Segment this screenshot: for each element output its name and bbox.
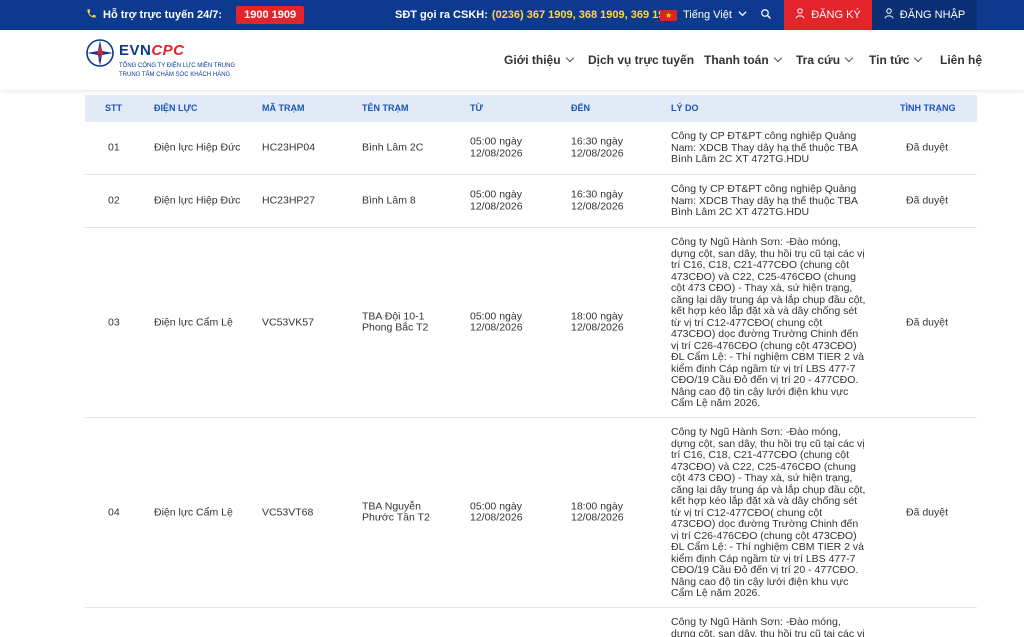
cell-ten-tram: Bình Lâm 8 xyxy=(362,194,416,207)
col-ly-do: LÝ DO xyxy=(671,103,699,113)
nav-dich-vu-truc-tuyen[interactable]: Dịch vụ trực tuyến xyxy=(588,30,694,90)
nav-lien-he[interactable]: Liên hệ xyxy=(940,30,982,90)
search-icon xyxy=(760,8,772,23)
table-row: 02 Điện lực Hiệp Đức HC23HP27 Bình Lâm 8… xyxy=(85,175,977,228)
chevron-down-icon xyxy=(914,53,923,63)
table-row: Công ty Ngũ Hành Sơn: -Đào móng, dựng cộ… xyxy=(85,608,977,637)
col-stt: STT xyxy=(105,103,122,113)
phone-icon xyxy=(86,8,97,22)
support-info: Hỗ trợ trực tuyến 24/7: 1900 1909 xyxy=(86,0,305,30)
cskh-label: SĐT gọi ra CSKH: xyxy=(395,9,488,21)
cell-tu: 05:00 ngày 12/08/2026 xyxy=(470,135,523,159)
col-ma-tram: MÃ TRẠM xyxy=(262,103,305,113)
cell-tu: 05:00 ngày 12/08/2026 xyxy=(470,188,523,212)
cell-ma-tram: HC23HP27 xyxy=(262,194,316,207)
nav-thanh-toan[interactable]: Thanh toán xyxy=(704,30,782,90)
col-den: ĐẾN xyxy=(571,103,591,113)
main-header: EVNCPC TỔNG CÔNG TY ĐIỆN LỰC MIỀN TRUNG … xyxy=(0,30,1024,90)
nav-tin-tuc[interactable]: Tin tức xyxy=(869,30,923,90)
chevron-down-icon xyxy=(565,53,574,63)
cell-tinh-trang: Đã duyệt xyxy=(906,315,949,328)
table-row: 03 Điện lực Cẩm Lệ VC53VK57 TBA Đội 10-1… xyxy=(85,228,977,418)
search-button[interactable] xyxy=(752,0,780,30)
top-bar: Hỗ trợ trực tuyến 24/7: 1900 1909 SĐT gọ… xyxy=(0,0,1024,30)
cell-ma-tram: HC23HP04 xyxy=(262,141,316,154)
brand-name: EVNCPC xyxy=(119,42,185,59)
cskh-info: SĐT gọi ra CSKH: (0236) 367 1909, 368 19… xyxy=(395,0,677,30)
cell-den: 16:30 ngày 12/08/2026 xyxy=(571,188,624,212)
cell-dien-luc: Điện lực Cẩm Lệ xyxy=(154,315,233,328)
evn-logo-icon xyxy=(86,39,114,67)
user-icon xyxy=(884,8,894,22)
cell-stt: 03 xyxy=(108,315,120,328)
language-label: Tiếng Việt xyxy=(683,9,732,21)
cell-dien-luc: Điện lực Cẩm Lệ xyxy=(154,505,233,518)
cell-stt: 02 xyxy=(108,194,120,207)
cell-dien-luc: Điện lực Hiệp Đức xyxy=(154,141,241,154)
cell-tu: 05:00 ngày 12/08/2026 xyxy=(470,500,523,524)
cskh-phones[interactable]: (0236) 367 1909, 368 1909, 369 1909 xyxy=(492,9,677,21)
cell-ly-do: Công ty Ngũ Hành Sơn: -Đào móng, dựng cộ… xyxy=(671,236,866,409)
cell-ma-tram: VC53VK57 xyxy=(262,315,314,328)
table-header: STT ĐIỆN LỰC MÃ TRẠM TÊN TRẠM TỪ ĐẾN LÝ … xyxy=(85,95,977,122)
language-selector[interactable]: Tiếng Việt xyxy=(660,0,747,30)
nav-gioi-thieu[interactable]: Giới thiệu xyxy=(504,30,574,90)
chevron-down-icon xyxy=(773,53,782,63)
cell-den: 18:00 ngày 12/08/2026 xyxy=(571,500,624,524)
evncpc-logo[interactable]: EVNCPC TỔNG CÔNG TY ĐIỆN LỰC MIỀN TRUNG … xyxy=(85,36,255,84)
cell-den: 16:30 ngày 12/08/2026 xyxy=(571,135,624,159)
login-label: ĐĂNG NHẬP xyxy=(899,9,966,21)
cell-ten-tram: TBA Nguyễn Phước Tần T2 xyxy=(362,500,430,524)
cell-ly-do: Công ty CP ĐT&PT công nghiệp Quảng Nam: … xyxy=(671,130,858,165)
cell-tu: 05:00 ngày 12/08/2026 xyxy=(470,310,523,334)
register-button[interactable]: ĐĂNG KÝ xyxy=(784,0,872,30)
support-label: Hỗ trợ trực tuyến 24/7: xyxy=(103,9,223,21)
cell-ly-do: Công ty Ngũ Hành Sơn: -Đào móng, dựng cộ… xyxy=(671,426,866,599)
nav-tra-cuu[interactable]: Tra cứu xyxy=(796,30,854,90)
cell-den: 18:00 ngày 12/08/2026 xyxy=(571,310,624,334)
col-tu: TỪ xyxy=(470,103,483,113)
col-tinh-trang: TÌNH TRẠNG xyxy=(900,103,956,113)
cell-dien-luc: Điện lực Hiệp Đức xyxy=(154,194,241,207)
chevron-down-icon xyxy=(738,9,747,21)
login-button[interactable]: ĐĂNG NHẬP xyxy=(872,0,977,30)
cell-ma-tram: VC53VT68 xyxy=(262,505,314,518)
cell-stt: 01 xyxy=(108,141,120,154)
brand-subtitle-2: TRUNG TÂM CHĂM SÓC KHÁCH HÀNG xyxy=(119,72,231,78)
cell-tinh-trang: Đã duyệt xyxy=(906,505,949,518)
chevron-down-icon xyxy=(844,53,854,63)
hotline-badge[interactable]: 1900 1909 xyxy=(236,6,305,24)
cell-ly-do: Công ty Ngũ Hành Sơn: -Đào móng, dựng cộ… xyxy=(671,616,865,637)
brand-subtitle: TỔNG CÔNG TY ĐIỆN LỰC MIỀN TRUNG xyxy=(119,63,236,69)
user-icon xyxy=(795,8,805,22)
vietnam-flag-icon xyxy=(660,9,677,21)
register-label: ĐĂNG KÝ xyxy=(811,9,861,21)
col-dien-luc: ĐIỆN LỰC xyxy=(154,103,198,113)
cell-ten-tram: Bình Lâm 2C xyxy=(362,141,424,154)
cell-ten-tram: TBA Đội 10-1 Phong Bắc T2 xyxy=(362,310,429,334)
table-row: 04 Điện lực Cẩm Lệ VC53VT68 TBA Nguyễn P… xyxy=(85,418,977,608)
col-ten-tram: TÊN TRẠM xyxy=(362,103,409,113)
cell-ly-do: Công ty CP ĐT&PT công nghiệp Quảng Nam: … xyxy=(671,183,858,218)
table-row: 01 Điện lực Hiệp Đức HC23HP04 Bình Lâm 2… xyxy=(85,122,977,175)
cell-tinh-trang: Đã duyệt xyxy=(906,194,949,207)
cell-stt: 04 xyxy=(108,505,120,518)
cell-tinh-trang: Đã duyệt xyxy=(906,141,949,154)
